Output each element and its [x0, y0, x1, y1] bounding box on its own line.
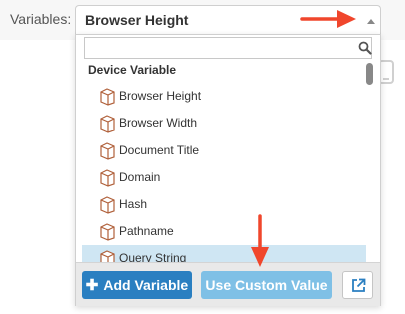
annotation-arrow-caret [300, 10, 356, 28]
list-item-domain[interactable]: Domain [82, 164, 366, 191]
add-variable-button[interactable]: ✚ Add Variable [82, 271, 192, 299]
list-item-browser-width[interactable]: Browser Width [82, 110, 366, 137]
list-item-browser-height[interactable]: Browser Height [82, 83, 366, 110]
list-item-label: Pathname [119, 224, 174, 238]
cube-icon [100, 169, 115, 187]
external-link-button[interactable] [342, 271, 373, 299]
list-item-label: Domain [119, 170, 161, 184]
list-item-document-title[interactable]: Document Title [82, 137, 366, 164]
variable-dropdown: Device Variable Browser Height Browser W… [75, 34, 381, 306]
add-variable-label: Add Variable [103, 277, 189, 293]
caret-up-icon[interactable] [367, 19, 375, 24]
group-label-device-variable: Device Variable [88, 63, 177, 77]
search-input[interactable] [84, 37, 372, 59]
search-icon [358, 41, 372, 55]
list-item-pathname[interactable]: Pathname [82, 218, 366, 245]
variables-label: Variables: [10, 11, 72, 27]
cube-icon [100, 196, 115, 214]
cube-icon [100, 142, 115, 160]
cube-icon [100, 223, 115, 241]
use-custom-value-button[interactable]: Use Custom Value [201, 271, 332, 299]
variable-list: Browser Height Browser Width Document Ti… [76, 83, 370, 272]
list-item-label: Document Title [119, 143, 200, 157]
list-item-hash[interactable]: Hash [82, 191, 366, 218]
list-item-label: Hash [119, 197, 148, 211]
annotation-arrow-custom-value [251, 214, 269, 267]
cube-icon [100, 115, 115, 133]
dropdown-footer: ✚ Add Variable Use Custom Value [76, 262, 380, 306]
plus-icon: ✚ [85, 277, 99, 294]
external-link-icon [352, 278, 366, 292]
list-item-label: Browser Width [119, 116, 198, 130]
selected-variable: Browser Height [85, 12, 189, 28]
scrollbar-thumb[interactable] [366, 63, 373, 85]
cube-icon [100, 88, 115, 106]
list-item-label: Browser Height [119, 89, 202, 103]
